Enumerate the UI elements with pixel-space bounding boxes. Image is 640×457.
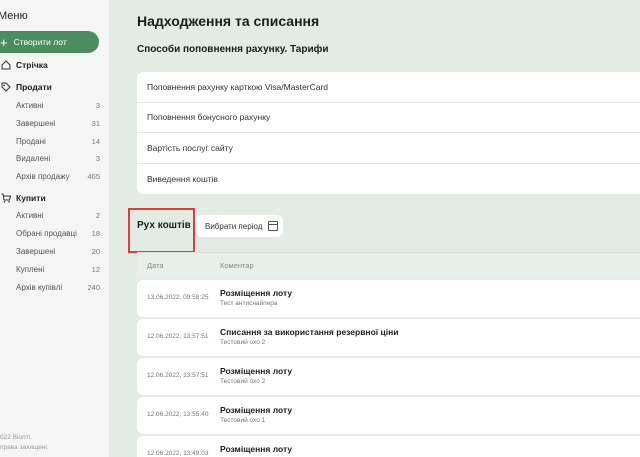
row-title: Розміщення лоту: [220, 288, 293, 298]
row-note: Тестовий охо 2: [220, 378, 266, 385]
table-row: 12.06.2022, 13:49:03 Розміщення лоту: [137, 436, 640, 457]
nav-count: 3: [95, 154, 100, 163]
calendar-icon: [268, 221, 279, 231]
home-icon: [1, 60, 11, 70]
plus-icon: +: [0, 34, 8, 50]
sidebar-item-buy-finished[interactable]: Завершені 20: [16, 247, 100, 256]
sidebar-item-feed[interactable]: Стрічка: [0, 60, 48, 70]
nav-label: Архів купівлі: [16, 283, 63, 292]
sidebar-item-buy-active[interactable]: Активні 2: [16, 211, 100, 220]
copyright-line: права захищені.: [0, 444, 49, 451]
select-period-label: Вибрати період: [205, 221, 263, 231]
feed-label: Стрічка: [16, 60, 48, 70]
nav-count: 2: [95, 211, 100, 220]
row-note: Тестовий охо 1: [220, 417, 266, 424]
sidebar-item-buy-favorite-sellers[interactable]: Обрані продавці 18: [16, 229, 100, 238]
create-lot-label: Створити лот: [13, 37, 67, 47]
nav-label: Обрані продавці: [16, 229, 77, 238]
nav-count: 3: [95, 101, 100, 110]
copyright: 022 Віолті. права захищені.: [0, 433, 49, 453]
methods-list: Поповнення рахунку карткою Visa/MasterCa…: [137, 72, 640, 194]
tag-icon: [1, 82, 11, 92]
nav-count: 20: [91, 247, 100, 256]
column-date: Дата: [147, 260, 164, 270]
sidebar-item-sell-deleted[interactable]: Видалені 3: [16, 154, 100, 163]
table-header: Дата Коментар: [137, 252, 640, 277]
sidebar-item-buy-archive[interactable]: Архів купівлі 240: [16, 283, 100, 292]
nav-label: Видалені: [16, 154, 51, 163]
nav-label: Архів продажу: [16, 172, 70, 181]
methods-title: Способи поповнення рахунку. Тарифи: [137, 44, 329, 55]
select-period-button[interactable]: Вибрати період: [196, 215, 283, 237]
row-title: Розміщення лоту: [220, 444, 293, 454]
row-date: 12.06.2022, 13:55:40: [147, 411, 209, 418]
page-title: Надходження та списання: [137, 13, 320, 29]
link-topup-card[interactable]: Поповнення рахунку карткою Visa/MasterCa…: [137, 72, 640, 103]
transactions-list: 13.06.2022, 09:58:25 Розміщення лоту Тес…: [137, 280, 640, 457]
nav-count: 18: [91, 229, 100, 238]
table-row: 12.06.2022, 13:57:51 Розміщення лоту Тес…: [137, 358, 640, 395]
row-date: 13.06.2022, 09:58:25: [147, 294, 209, 301]
row-note: Тестовий охо 2: [220, 339, 266, 346]
row-date: 12.06.2022, 13:57:51: [147, 333, 209, 340]
buy-label: Купити: [16, 193, 46, 203]
row-title: Розміщення лоту: [220, 405, 293, 415]
row-date: 12.06.2022, 13:49:03: [147, 450, 209, 457]
table-row: 13.06.2022, 09:58:25 Розміщення лоту Тес…: [137, 280, 640, 317]
link-withdraw[interactable]: Виведення коштів: [137, 164, 640, 195]
sidebar-item-sell-sold[interactable]: Продані 14: [16, 137, 100, 146]
nav-count: 12: [91, 265, 100, 274]
row-date: 12.06.2022, 13:57:51: [147, 372, 209, 379]
nav-count: 31: [91, 119, 100, 128]
nav-label: Завершені: [16, 119, 56, 128]
nav-label: Завершені: [16, 247, 56, 256]
sell-label: Продати: [16, 82, 52, 92]
row-title: Розміщення лоту: [220, 366, 293, 376]
nav-label: Куплені: [16, 265, 45, 274]
row-note: Тест антиснайпера: [220, 300, 278, 307]
sidebar-section-buy[interactable]: Купити: [0, 193, 46, 203]
copyright-line: 022 Віолті.: [0, 434, 32, 441]
nav-label: Активні: [16, 101, 44, 110]
row-title: Списання за використання резервної ціни: [220, 327, 399, 337]
column-comment: Коментар: [220, 260, 254, 270]
sidebar-item-sell-active[interactable]: Активні 3: [16, 101, 100, 110]
sidebar: Меню + Створити лот Стрічка Продати Акти…: [0, 0, 110, 457]
cart-icon: [1, 193, 11, 203]
create-lot-button[interactable]: + Створити лот: [0, 31, 99, 53]
nav-label: Продані: [16, 137, 46, 146]
sidebar-item-buy-bought[interactable]: Куплені 12: [16, 265, 100, 274]
main-content: Надходження та списання Способи поповнен…: [110, 0, 640, 457]
sidebar-item-sell-archive[interactable]: Архів продажу 465: [16, 172, 100, 181]
table-row: 12.06.2022, 13:55:40 Розміщення лоту Тес…: [137, 397, 640, 434]
highlight-box: [128, 208, 195, 253]
nav-count: 240: [87, 283, 100, 292]
nav-count: 14: [91, 137, 100, 146]
link-service-cost[interactable]: Вартість послуг сайту: [137, 133, 640, 164]
sidebar-item-sell-finished[interactable]: Завершені 31: [16, 119, 100, 128]
nav-label: Активні: [16, 211, 44, 220]
nav-count: 465: [87, 172, 100, 181]
table-row: 12.06.2022, 13:57:51 Списання за викорис…: [137, 319, 640, 356]
sidebar-section-sell[interactable]: Продати: [0, 82, 52, 92]
menu-title: Меню: [0, 10, 28, 22]
link-topup-bonus[interactable]: Поповнення бонусного рахунку: [137, 103, 640, 133]
